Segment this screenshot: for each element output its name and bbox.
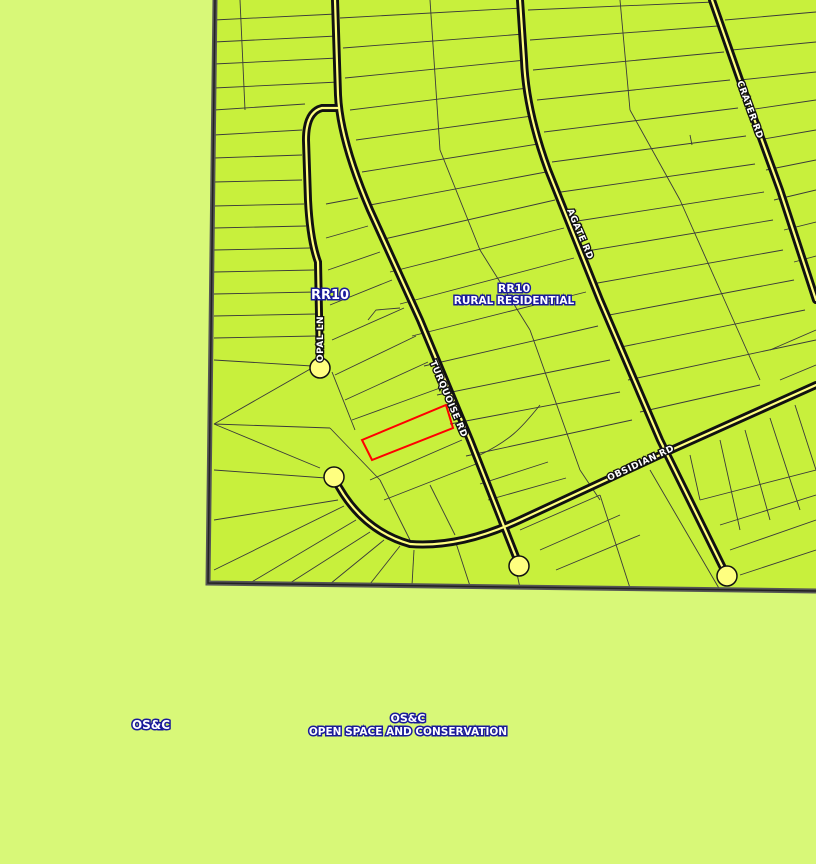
osc-center-name: OPEN SPACE AND CONSERVATION <box>309 726 507 738</box>
turquoise-cul-de-sac <box>508 555 530 577</box>
rr10-west-label: RR10 <box>311 288 349 303</box>
opal-ln-label: OPAL LN <box>316 316 326 362</box>
west-cul-de-sac <box>323 466 345 488</box>
rr10-center-name: RURAL RESIDENTIAL <box>454 295 575 307</box>
agate-cul-de-sac <box>716 565 738 587</box>
rr10-center-code: RR10 <box>498 282 531 295</box>
zoning-map: OPAL LN TURQUOISE RD AGATE RD CRATER RD … <box>0 0 816 864</box>
osc-left-label: OS&C <box>132 718 170 732</box>
osc-center-code: OS&C <box>391 712 426 725</box>
